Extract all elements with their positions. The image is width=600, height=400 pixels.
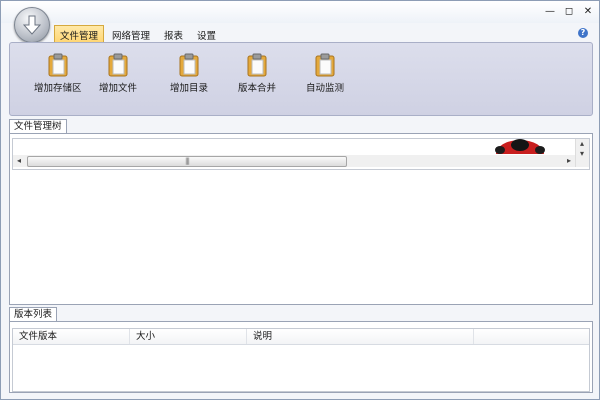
- ribbon-toolbar: 增加存储区 增加文件 增加目录 版本合并 自动监测: [9, 42, 593, 116]
- maximize-icon[interactable]: ◻: [564, 7, 574, 17]
- column-file-version[interactable]: 文件版本: [13, 329, 130, 344]
- grid-header: 文件版本 大小 说明: [13, 329, 589, 345]
- scrollbar-thumb[interactable]: |||: [27, 156, 347, 167]
- add-directory-button[interactable]: 增加目录: [170, 53, 208, 94]
- clipboard-icon: [48, 53, 68, 77]
- title-bar: — ◻ ✕: [1, 1, 599, 23]
- file-tree-panel: ◂ ||| ▸ ▴ ▾: [9, 133, 593, 305]
- tab-version-list[interactable]: 版本列表: [9, 307, 58, 321]
- clipboard-icon: [247, 53, 267, 77]
- scroll-left-icon[interactable]: ◂: [13, 155, 25, 167]
- app-window: — ◻ ✕ 文件管理 网络管理 报表 设置 ? 增加存储区 增加文件 增加目录 …: [0, 0, 600, 400]
- add-storage-area-button[interactable]: 增加存储区: [34, 53, 82, 94]
- file-tree[interactable]: ◂ ||| ▸ ▴ ▾: [12, 138, 590, 170]
- app-menu-button[interactable]: [14, 7, 50, 43]
- help-icon[interactable]: ?: [578, 28, 588, 38]
- horizontal-scrollbar[interactable]: ◂ ||| ▸: [13, 155, 575, 167]
- scroll-up-icon[interactable]: ▴: [576, 139, 588, 149]
- scroll-right-icon[interactable]: ▸: [563, 155, 575, 167]
- download-arrow-icon: [22, 15, 42, 35]
- version-list-panel: 文件版本 大小 说明: [9, 321, 593, 393]
- merge-versions-button[interactable]: 版本合并: [238, 53, 276, 94]
- minimize-icon[interactable]: —: [545, 7, 555, 17]
- ribbon-button-label: 增加目录: [170, 83, 209, 94]
- version-grid[interactable]: 文件版本 大小 说明: [12, 328, 590, 392]
- column-size[interactable]: 大小: [130, 329, 247, 344]
- penguin-mascot-icon: [495, 139, 545, 154]
- ribbon-button-label: 增加文件: [99, 83, 138, 94]
- clipboard-icon: [315, 53, 335, 77]
- scroll-down-icon[interactable]: ▾: [576, 149, 588, 159]
- grip-icon: |||: [184, 157, 190, 165]
- ribbon-button-label: 自动监测: [306, 83, 345, 94]
- auto-monitor-button[interactable]: 自动监测: [306, 53, 344, 94]
- ribbon-button-label: 版本合并: [238, 83, 277, 94]
- add-file-button[interactable]: 增加文件: [99, 53, 137, 94]
- vertical-scrollbar[interactable]: ▴ ▾: [575, 139, 589, 167]
- column-description[interactable]: 说明: [247, 329, 474, 344]
- close-icon[interactable]: ✕: [583, 7, 593, 17]
- ribbon-button-label: 增加存储区: [34, 83, 82, 94]
- clipboard-icon: [108, 53, 128, 77]
- tab-file-management-tree[interactable]: 文件管理树: [9, 119, 67, 133]
- clipboard-icon: [179, 53, 199, 77]
